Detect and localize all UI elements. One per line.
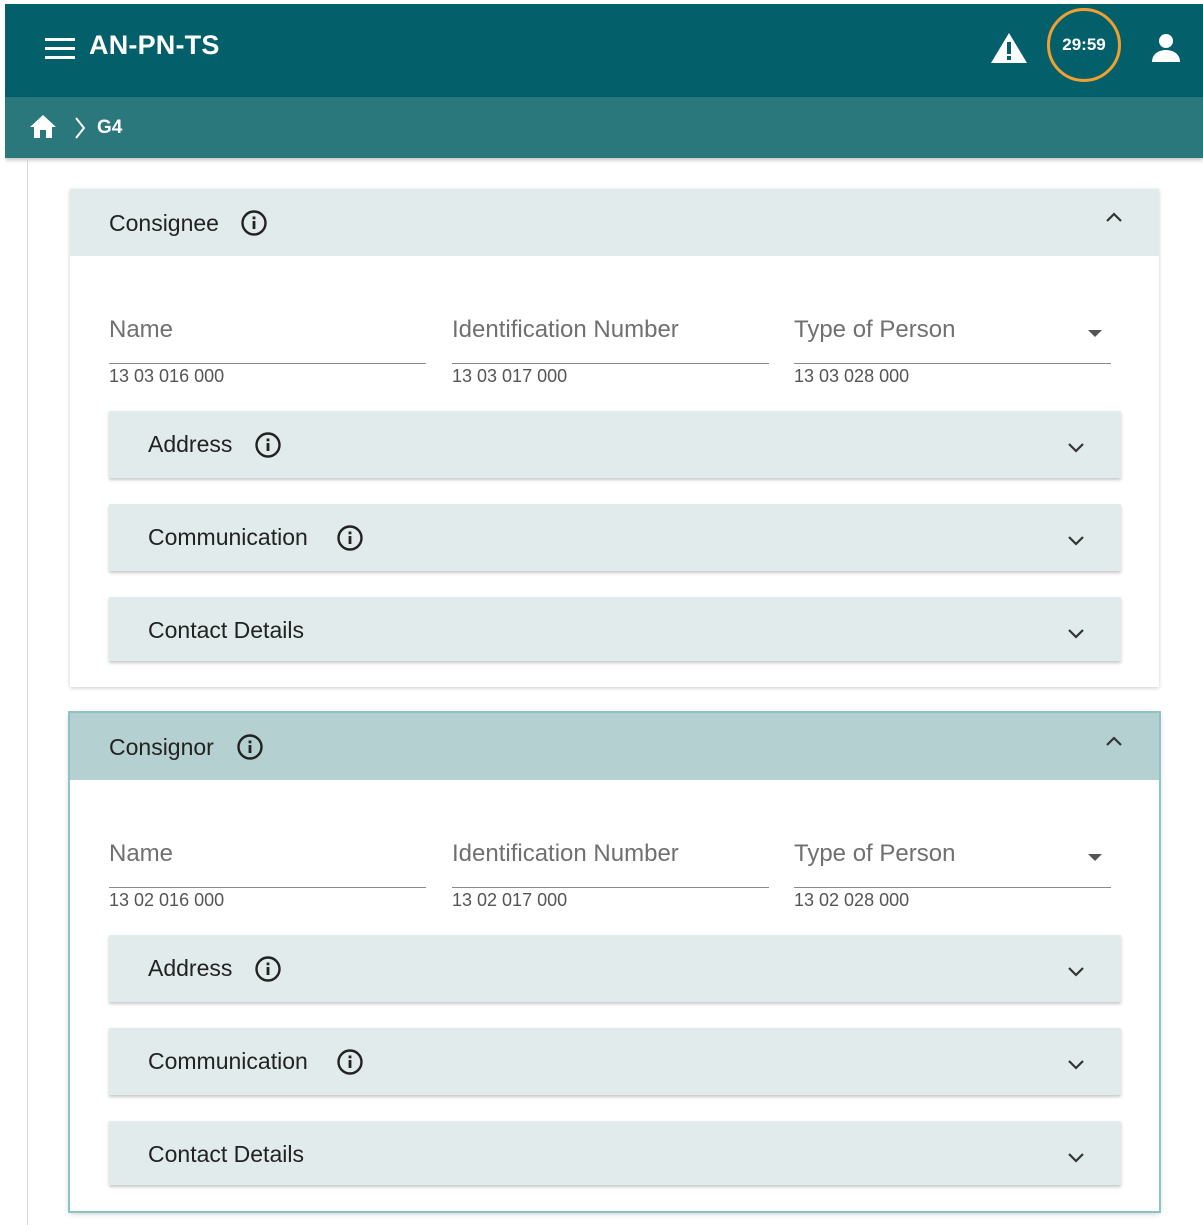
info-icon[interactable] <box>336 1048 364 1076</box>
breadcrumb-current[interactable]: G4 <box>97 117 122 139</box>
chevron-up-icon[interactable] <box>1103 209 1125 225</box>
name-code: 13 03 016 000 <box>109 366 225 386</box>
chevron-up-icon[interactable] <box>1103 733 1125 749</box>
info-icon[interactable] <box>254 955 282 983</box>
dropdown-arrow-icon <box>1088 330 1102 337</box>
home-icon[interactable] <box>29 113 57 139</box>
type-of-person-label: Type of Person <box>794 840 956 867</box>
consignee-panel-header[interactable]: Consignee <box>70 189 1159 256</box>
name-label: Name <box>109 840 174 867</box>
field-underline <box>794 887 1111 888</box>
app-title: AN-PN-TS <box>89 30 220 60</box>
session-timer: 29:59 <box>1047 8 1121 82</box>
section-title: Contact Details <box>148 617 304 643</box>
section-title: Communication <box>148 1048 308 1074</box>
info-icon[interactable] <box>336 524 364 552</box>
info-icon[interactable] <box>254 431 282 459</box>
field-underline <box>452 887 769 888</box>
name-label: Name <box>109 316 174 343</box>
chevron-down-icon[interactable] <box>1066 627 1086 641</box>
app-frame: AN-PN-TS 29:59 G4 Consignee Name 13 03 0… <box>5 4 1203 1225</box>
contact-details-section-header[interactable]: Contact Details <box>109 597 1121 661</box>
panel-title: Consignor <box>109 734 214 760</box>
section-title: Contact Details <box>148 1141 304 1167</box>
identification-number-label: Identification Number <box>452 840 679 867</box>
type-of-person-label: Type of Person <box>794 316 956 343</box>
type-of-person-code: 13 02 028 000 <box>794 890 910 910</box>
consignee-panel: Consignee Name 13 03 016 000 Identificat… <box>70 189 1159 687</box>
chevron-down-icon[interactable] <box>1066 534 1086 548</box>
menu-icon[interactable] <box>45 36 75 62</box>
chevron-right-icon <box>75 117 86 139</box>
identification-number-label: Identification Number <box>452 316 679 343</box>
consignor-panel-header[interactable]: Consignor <box>70 713 1159 780</box>
chevron-down-icon[interactable] <box>1066 1151 1086 1165</box>
type-of-person-code: 13 03 028 000 <box>794 366 910 386</box>
field-underline <box>452 363 769 364</box>
content-divider <box>27 158 28 1225</box>
breadcrumb: G4 <box>5 97 1203 158</box>
field-underline <box>109 363 426 364</box>
panel-title: Consignee <box>109 210 219 236</box>
field-underline <box>109 887 426 888</box>
field-underline <box>794 363 1111 364</box>
section-title: Address <box>148 955 233 981</box>
dropdown-arrow-icon <box>1088 854 1102 861</box>
info-icon[interactable] <box>236 733 264 761</box>
address-section-header[interactable]: Address <box>109 411 1121 478</box>
address-section-header[interactable]: Address <box>109 935 1121 1002</box>
user-icon[interactable] <box>1150 32 1182 64</box>
warning-icon[interactable] <box>990 31 1028 65</box>
identification-number-code: 13 02 017 000 <box>452 890 568 910</box>
section-title: Address <box>148 431 233 457</box>
info-icon[interactable] <box>240 209 268 237</box>
consignor-panel: Consignor Name 13 02 016 000 Identificat… <box>70 713 1159 1211</box>
communication-section-header[interactable]: Communication <box>109 504 1121 571</box>
identification-number-code: 13 03 017 000 <box>452 366 568 386</box>
chevron-down-icon[interactable] <box>1066 441 1086 455</box>
communication-section-header[interactable]: Communication <box>109 1028 1121 1095</box>
contact-details-section-header[interactable]: Contact Details <box>109 1121 1121 1185</box>
top-app-bar: AN-PN-TS 29:59 <box>5 4 1203 97</box>
timer-text: 29:59 <box>1062 35 1106 54</box>
chevron-down-icon[interactable] <box>1066 1058 1086 1072</box>
name-code: 13 02 016 000 <box>109 890 225 910</box>
chevron-down-icon[interactable] <box>1066 965 1086 979</box>
section-title: Communication <box>148 524 308 550</box>
